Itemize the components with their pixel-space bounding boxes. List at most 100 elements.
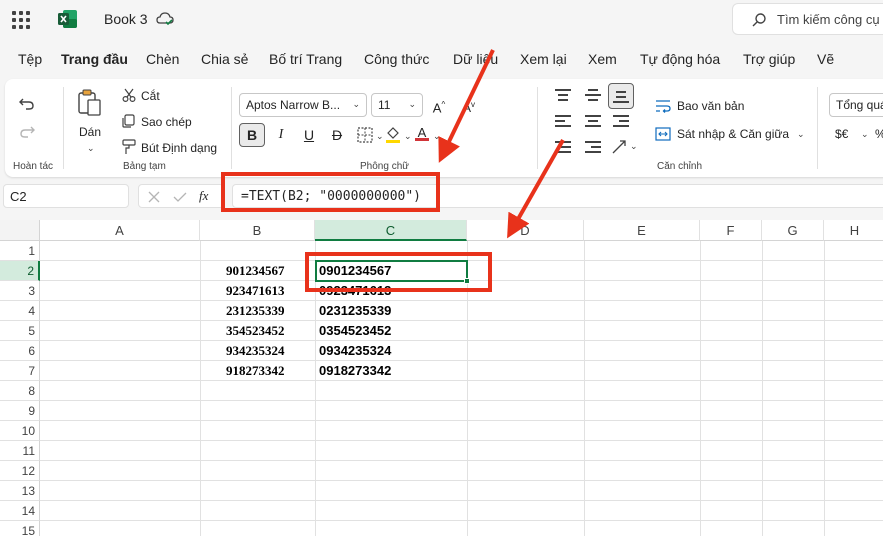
fill-color-icon[interactable] (385, 127, 401, 143)
cloud-check-icon[interactable] (156, 11, 174, 27)
orientation-icon[interactable] (611, 139, 627, 155)
tab-insert[interactable]: Chèn (146, 51, 179, 67)
undo-icon[interactable] (19, 97, 35, 111)
decrease-font-size-icon[interactable]: Av (457, 93, 481, 117)
tab-home[interactable]: Trang đầu (61, 51, 128, 67)
italic-button[interactable]: I (269, 123, 293, 147)
bold-button[interactable]: B (239, 123, 265, 147)
app-launcher-icon[interactable] (12, 11, 30, 29)
tab-data[interactable]: Dữ liệu (453, 51, 498, 67)
wrap-text-icon[interactable] (655, 99, 671, 113)
format-painter-button[interactable]: Bút Định dạng (141, 141, 217, 155)
borders-icon[interactable] (357, 127, 373, 143)
row-header[interactable]: 6 (0, 341, 40, 361)
column-header-g[interactable]: G (762, 220, 824, 241)
tab-page-layout[interactable]: Bố trí Trang (269, 51, 342, 67)
increase-font-size-icon[interactable]: A^ (427, 93, 451, 117)
enter-check-icon[interactable] (173, 190, 187, 204)
row-header[interactable]: 12 (0, 461, 40, 481)
row-header[interactable]: 13 (0, 481, 40, 501)
align-top-icon[interactable] (555, 89, 571, 103)
cancel-icon[interactable] (147, 190, 161, 204)
merge-center-button[interactable]: Sát nhập & Căn giữa (677, 127, 789, 141)
merge-dropdown-chevron-icon[interactable]: ⌄ (797, 129, 805, 140)
paste-icon[interactable] (77, 89, 103, 117)
borders-dropdown-chevron-icon[interactable]: ⌄ (376, 131, 384, 142)
column-header-b[interactable]: B (200, 220, 315, 241)
paste-button[interactable]: Dán (79, 125, 101, 139)
align-right-icon[interactable] (613, 115, 629, 129)
align-center-icon[interactable] (585, 115, 601, 129)
percent-icon[interactable]: % (875, 127, 883, 141)
gridline (40, 300, 883, 301)
cell-c6[interactable]: 0934235324 (319, 341, 391, 361)
currency-format-button[interactable]: $€ (835, 127, 848, 141)
cell-b2[interactable]: 901234567 (226, 261, 285, 281)
tab-formulas[interactable]: Công thức (364, 51, 429, 67)
row-header[interactable]: 3 (0, 281, 40, 301)
insert-function-icon[interactable]: fx (199, 188, 208, 204)
column-header-c[interactable]: C (315, 220, 467, 241)
row-header[interactable]: 15 (0, 521, 40, 536)
copy-button[interactable]: Sao chép (141, 115, 192, 129)
underline-button[interactable]: U (297, 123, 321, 147)
tab-automate[interactable]: Tự động hóa (640, 51, 720, 67)
redo-icon[interactable] (19, 125, 35, 139)
align-bottom-button[interactable] (608, 83, 634, 109)
row-header[interactable]: 7 (0, 361, 40, 381)
column-header-h[interactable]: H (824, 220, 883, 241)
column-header-d[interactable]: D (467, 220, 584, 241)
column-header-f[interactable]: F (700, 220, 762, 241)
row-header[interactable]: 1 (0, 241, 40, 261)
cell-b3[interactable]: 923471613 (226, 281, 285, 301)
tab-draw[interactable]: Vẽ (817, 51, 834, 67)
row-header[interactable]: 5 (0, 321, 40, 341)
row-header[interactable]: 9 (0, 401, 40, 421)
copy-icon[interactable] (122, 114, 136, 128)
cell-b7[interactable]: 918273342 (226, 361, 285, 381)
tab-view[interactable]: Xem (588, 51, 617, 67)
row-header[interactable]: 2 (0, 261, 40, 281)
font-name-dropdown[interactable]: Aptos Narrow B... ⌄ (239, 93, 367, 117)
cut-button[interactable]: Cắt (141, 89, 160, 103)
currency-dropdown-chevron-icon[interactable]: ⌄ (861, 129, 869, 140)
select-all-corner[interactable] (0, 220, 40, 241)
workbook-title[interactable]: Book 3 (104, 11, 148, 27)
row-header[interactable]: 11 (0, 441, 40, 461)
merge-center-icon[interactable] (655, 127, 671, 141)
align-middle-icon[interactable] (585, 89, 601, 103)
column-header-e[interactable]: E (584, 220, 700, 241)
search-box[interactable]: Tìm kiếm công cụ (732, 3, 883, 35)
tab-share[interactable]: Chia sẻ (201, 51, 248, 67)
cell-c4[interactable]: 0231235339 (319, 301, 391, 321)
orientation-dropdown-chevron-icon[interactable]: ⌄ (630, 141, 638, 152)
row-header[interactable]: 14 (0, 501, 40, 521)
cell-c5[interactable]: 0354523452 (319, 321, 391, 341)
strikethrough-button[interactable]: D (325, 123, 349, 147)
font-size-dropdown[interactable]: 11 ⌄ (371, 93, 423, 117)
row-header[interactable]: 10 (0, 421, 40, 441)
column-header-a[interactable]: A (40, 220, 200, 241)
decrease-indent-icon[interactable] (555, 141, 571, 155)
cell-c7[interactable]: 0918273342 (319, 361, 391, 381)
cell-b4[interactable]: 231235339 (226, 301, 285, 321)
cut-icon[interactable] (122, 88, 136, 102)
number-format-dropdown[interactable]: Tổng quát (829, 93, 883, 117)
cell-b6[interactable]: 934235324 (226, 341, 285, 361)
cell-b5[interactable]: 354523452 (226, 321, 285, 341)
tab-file[interactable]: Tệp (18, 51, 42, 67)
row-header[interactable]: 8 (0, 381, 40, 401)
gridline (824, 241, 825, 536)
font-color-icon[interactable]: A (415, 125, 429, 145)
align-left-icon[interactable] (555, 115, 571, 129)
tab-review[interactable]: Xem lại (520, 51, 567, 67)
tab-help[interactable]: Trợ giúp (743, 51, 795, 67)
row-header[interactable]: 4 (0, 301, 40, 321)
paste-dropdown-chevron-icon[interactable]: ⌄ (87, 143, 95, 154)
font-color-dropdown-chevron-icon[interactable]: ⌄ (433, 131, 441, 142)
increase-indent-icon[interactable] (585, 141, 601, 155)
format-painter-icon[interactable] (122, 139, 136, 155)
name-box[interactable]: C2 (3, 184, 129, 208)
wrap-text-button[interactable]: Bao văn bản (677, 99, 744, 113)
fill-color-dropdown-chevron-icon[interactable]: ⌄ (404, 131, 412, 142)
